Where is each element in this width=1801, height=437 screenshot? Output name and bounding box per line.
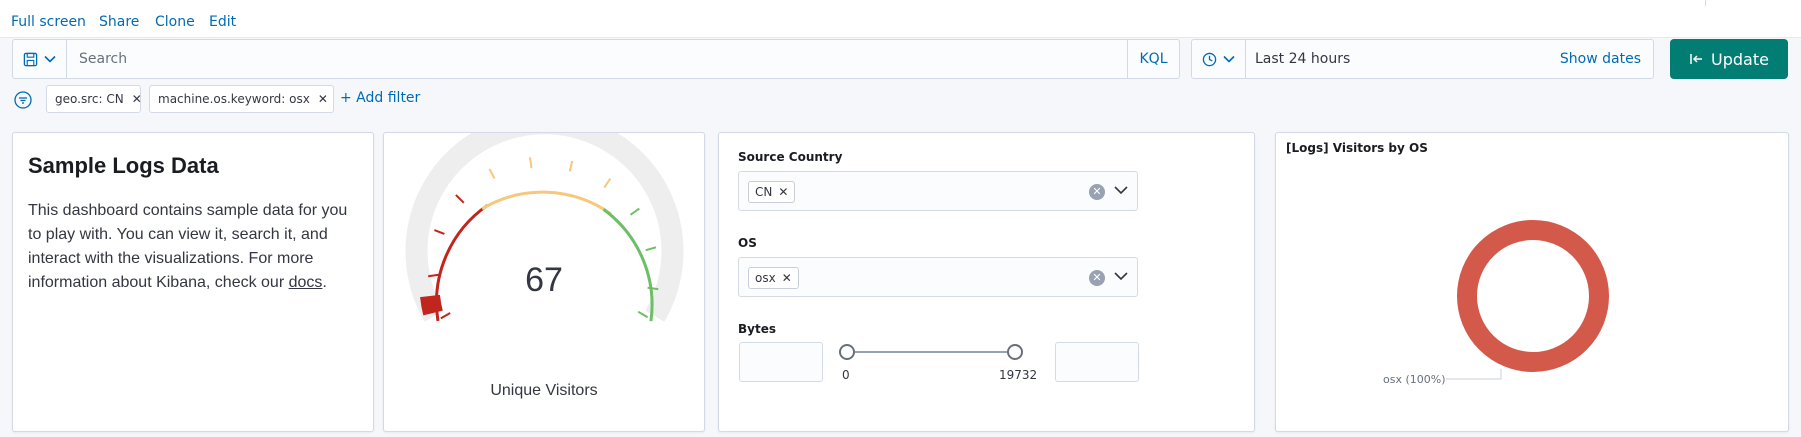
time-picker: Last 24 hours Show dates <box>1191 39 1654 79</box>
bytes-min-handle[interactable] <box>839 344 855 360</box>
selected-option-label: osx <box>755 271 776 285</box>
docs-link[interactable]: docs <box>289 274 323 291</box>
chevron-down-icon <box>44 55 56 63</box>
kql-toggle-button[interactable]: KQL <box>1127 40 1179 78</box>
save-icon <box>23 52 38 66</box>
clear-icon[interactable]: ✕ <box>1089 184 1105 200</box>
share-link[interactable]: Share <box>99 14 139 30</box>
filter-pill-machine-os[interactable]: machine.os.keyword: osx ✕ <box>149 85 334 113</box>
refresh-icon <box>1690 54 1703 64</box>
os-label: OS <box>738 236 757 250</box>
bytes-min-tick: 0 <box>842 368 850 382</box>
filter-options-icon[interactable] <box>14 91 32 109</box>
bytes-range-track[interactable] <box>847 351 1015 353</box>
update-button[interactable]: Update <box>1670 39 1788 79</box>
visitors-by-os-panel: [Logs] Visitors by OS osx (100%) <box>1275 132 1789 432</box>
slice-leader-line <box>1446 369 1502 380</box>
query-bar: Search KQL <box>12 39 1180 79</box>
selected-option-tag: osx ✕ <box>748 267 799 289</box>
donut-chart <box>1446 220 1609 380</box>
chevron-down-icon <box>1223 55 1235 63</box>
markdown-punctuation: . <box>322 274 327 291</box>
saved-query-button[interactable] <box>13 40 67 78</box>
pie-slice-osx[interactable] <box>1457 220 1609 372</box>
add-filter-button[interactable]: + Add filter <box>340 90 420 106</box>
markdown-panel: Sample Logs Data This dashboard contains… <box>12 132 374 432</box>
close-icon[interactable]: ✕ <box>132 92 142 106</box>
selected-option-label: CN <box>755 185 773 199</box>
bytes-min-input[interactable] <box>739 342 823 382</box>
source-country-label: Source Country <box>738 150 843 164</box>
close-icon[interactable]: ✕ <box>318 92 328 106</box>
filter-pill-label: machine.os.keyword: osx <box>158 92 310 106</box>
clone-link[interactable]: Clone <box>155 14 195 30</box>
filter-pill-label: geo.src: CN <box>55 92 124 106</box>
window-corner-divider <box>1705 0 1801 6</box>
full-screen-link[interactable]: Full screen <box>11 14 86 30</box>
filter-pill-geo-src[interactable]: geo.src: CN ✕ <box>46 85 142 113</box>
source-country-combobox[interactable]: CN ✕ ✕ <box>738 171 1138 211</box>
show-dates-link[interactable]: Show dates <box>1560 51 1641 67</box>
update-button-label: Update <box>1711 49 1769 69</box>
time-range-text[interactable]: Last 24 hours <box>1255 51 1350 67</box>
chevron-down-icon[interactable] <box>1113 182 1129 198</box>
gauge-value: 67 <box>525 261 563 299</box>
chevron-down-icon[interactable] <box>1113 268 1129 284</box>
quick-select-button[interactable] <box>1192 40 1246 78</box>
clock-icon <box>1202 52 1217 66</box>
bytes-max-handle[interactable] <box>1007 344 1023 360</box>
edit-link[interactable]: Edit <box>209 14 236 30</box>
bytes-max-tick: 19732 <box>999 368 1038 382</box>
clear-icon[interactable]: ✕ <box>1089 270 1105 286</box>
slice-label: osx (100%) <box>1383 373 1446 386</box>
search-input[interactable]: Search <box>79 51 127 67</box>
os-combobox[interactable]: osx ✕ ✕ <box>738 257 1138 297</box>
gauge-label: Unique Visitors <box>490 382 598 399</box>
close-icon[interactable]: ✕ <box>782 271 792 285</box>
close-icon[interactable]: ✕ <box>778 185 788 199</box>
gauge-panel: 67 Unique Visitors <box>383 132 705 432</box>
bytes-max-input[interactable] <box>1055 342 1139 382</box>
dashboard-top-nav: Full screen Share Clone Edit <box>0 0 1801 38</box>
panel-title: Sample Logs Data <box>28 153 219 178</box>
bytes-label: Bytes <box>738 322 776 336</box>
gauge-yellow-range <box>481 190 613 216</box>
selected-option-tag: CN ✕ <box>748 181 796 203</box>
markdown-body: This dashboard contains sample data for … <box>28 199 363 295</box>
